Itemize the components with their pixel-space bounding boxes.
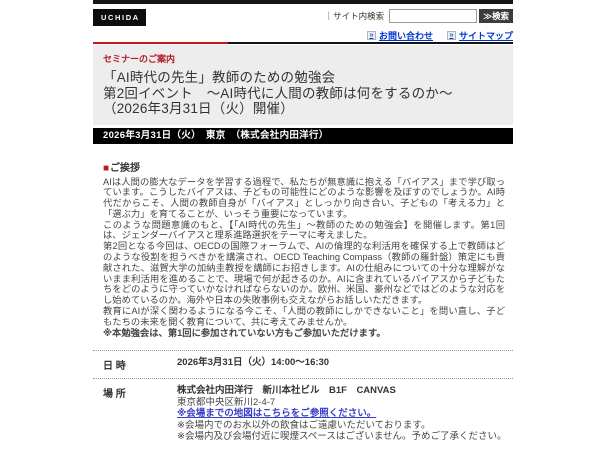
venue-map-link[interactable]: ※会場までの地図はこちらをご参照ください。 xyxy=(177,408,376,420)
event-date-bar: 2026年3月31日（火） 東京 （株式会社内田洋行） xyxy=(93,127,513,144)
seminar-title-line1: 「AI時代の先生」教師のための勉強会 xyxy=(103,70,336,85)
greeting-paragraph: このような問題意識のもと、【「AI時代の先生」～教師のための勉強会】を開催します… xyxy=(103,219,505,241)
venue-note: ※会場内及び会場付近に喫煙スペースはございません。予めご了承ください。 xyxy=(177,431,507,443)
red-black-divider xyxy=(93,42,513,44)
sitemap-link[interactable]: » サイトマップ xyxy=(446,29,513,42)
venue-note: ※会場内でのお水以外の飲食はご遠慮いただいております。 xyxy=(177,419,431,431)
site-header: UCHIDA ｜サイト内検索 ≫検索 » お問い合わせ » サイトマップ xyxy=(93,4,513,41)
header-links: » お問い合わせ » サイトマップ xyxy=(366,29,513,42)
place-label: 場 所 xyxy=(103,389,126,401)
uchida-logo[interactable]: UCHIDA xyxy=(93,9,146,26)
chevron-square-icon: » xyxy=(446,31,456,40)
site-search-label: ｜サイト内検索 xyxy=(324,11,385,21)
chevron-square-icon: » xyxy=(366,31,376,40)
search-button[interactable]: ≫検索 xyxy=(479,9,513,23)
red-square-bullet-icon: ■ xyxy=(103,162,110,174)
search-area: ｜サイト内検索 ≫検索 » お問い合わせ » サイトマップ xyxy=(325,9,513,42)
place-value: 株式会社内田洋行 新川本社ビル B1F CANVAS 東京都中央区新川2-4-7… xyxy=(177,385,507,443)
seminar-title-block: セミナーのご案内 「AI時代の先生」教師のための勉強会 第2回イベント ～AI時… xyxy=(93,45,513,125)
greeting-body: AIは人間の膨大なデータを学習する過程で、私たちが無意識に抱える「バイアス」まで… xyxy=(103,177,505,339)
participation-note: ※本勉強会は、第1回に参加されていない方もご参加いただけます。 xyxy=(103,327,386,338)
site-search: ｜サイト内検索 ≫検索 xyxy=(325,9,513,23)
datetime-row: 日 時 2026年3月31日（火）14:00～16:30 xyxy=(93,350,513,378)
venue-address: 東京都中央区新川2-4-7 xyxy=(177,396,276,408)
datetime-value: 2026年3月31日（火）14:00～16:30 xyxy=(177,357,330,369)
greeting-paragraph: 教育にAIが深く関わるようになる今こそ、「人間の教師にしかできないこと」を問い直… xyxy=(103,306,505,327)
site-search-input[interactable] xyxy=(389,9,478,23)
datetime-label: 日 時 xyxy=(103,361,126,373)
greeting-heading-label: ご挨拶 xyxy=(110,162,141,174)
seminar-title-line2: 第2回イベント ～AI時代に人間の教師は何をするのか～ xyxy=(103,85,453,101)
greeting-paragraph: 第2回となる今回は、OECDの国際フォーラムで、AIの倫理的な利活用を確保する上… xyxy=(103,241,505,306)
venue-name: 株式会社内田洋行 新川本社ビル B1F CANVAS xyxy=(177,385,396,397)
place-row: 場 所 株式会社内田洋行 新川本社ビル B1F CANVAS 東京都中央区新川2… xyxy=(93,378,513,449)
greeting-paragraph: AIは人間の膨大なデータを学習する過程で、私たちが無意識に抱える「バイアス」まで… xyxy=(103,176,505,219)
seminar-title-line3: （2026年3月31日（火）開催） xyxy=(103,101,294,116)
greeting-section: ■ご挨拶 AIは人間の膨大なデータを学習する過程で、私たちが無意識に抱える「バイ… xyxy=(93,159,513,339)
seminar-category-label: セミナーのご案内 xyxy=(103,54,176,64)
sitemap-link-label: サイトマップ xyxy=(458,31,513,41)
contact-link[interactable]: » お問い合わせ xyxy=(366,29,433,42)
greeting-heading: ■ご挨拶 xyxy=(103,159,505,174)
page-container: UCHIDA ｜サイト内検索 ≫検索 » お問い合わせ » サイトマップ セミナ… xyxy=(93,0,513,449)
contact-link-label: お問い合わせ xyxy=(378,31,433,41)
